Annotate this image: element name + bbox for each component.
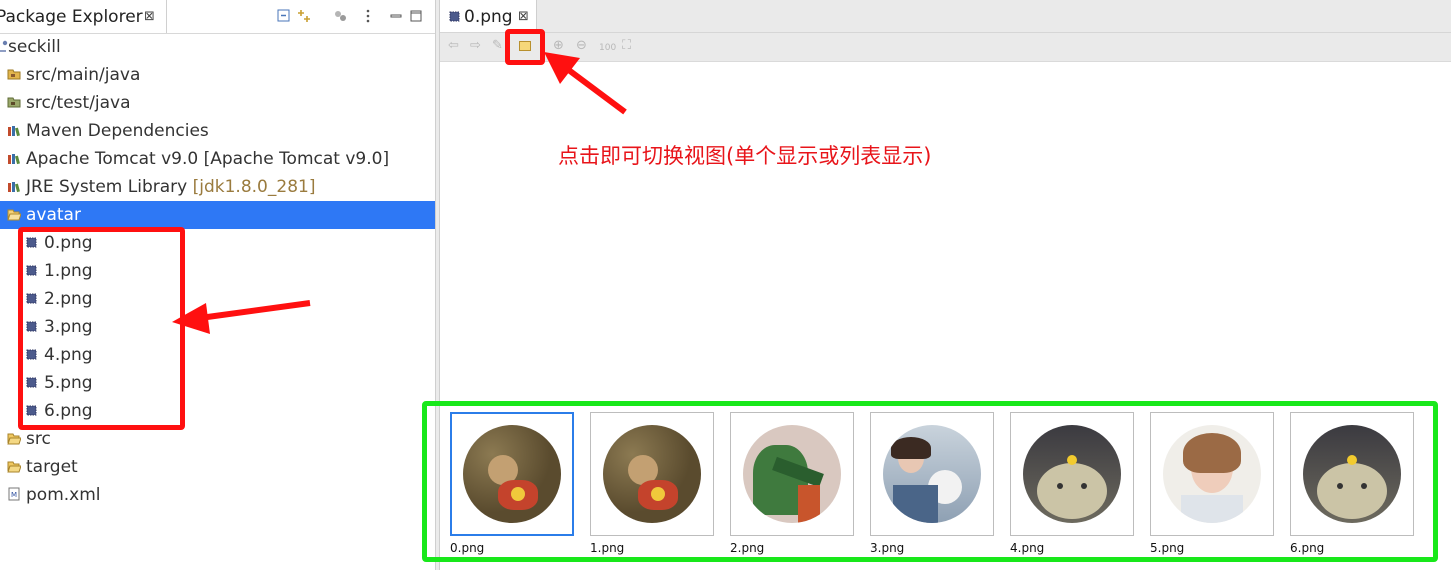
tree-item-target[interactable]: target [0,453,435,481]
library-name: JRE System Library [26,177,193,197]
tree-item-label: Apache Tomcat v9.0 [Apache Tomcat v9.0] [26,149,390,169]
view-menu-icon[interactable] [360,8,376,24]
close-icon[interactable]: ⊠ [144,9,155,24]
tree-item-label: seckill [8,37,61,57]
folder-icon [7,433,21,445]
link-with-editor-icon[interactable] [296,8,312,24]
image-file-icon [449,11,460,22]
tree-item-label: target [26,457,78,477]
highlight-file-list [18,227,185,430]
tree-item-label: pom.xml [26,485,101,505]
tab-0-png[interactable]: 0.png ⊠ [440,0,537,32]
tree-item-apache-tomcat[interactable]: Apache Tomcat v9.0 [Apache Tomcat v9.0] [0,145,435,173]
source-folder-icon [7,97,21,108]
highlight-toggle-button [505,29,545,65]
tree-item-label: src/test/java [26,93,131,113]
library-icon [8,126,20,137]
tree-item-avatar[interactable]: avatar [0,201,435,229]
tree-item-label: src/main/java [26,65,141,85]
tree-item-pom-xml[interactable]: M pom.xml [0,481,435,509]
folder-icon [7,461,21,473]
zoom-in-icon[interactable]: ⊕ [553,39,564,53]
svg-text:M: M [11,491,17,499]
maven-file-icon: M [8,487,20,501]
view-title: Package Explorer [0,7,143,27]
minimize-icon[interactable] [388,8,404,24]
highlight-thumbnail-list [422,401,1438,562]
jdk-version-decoration: [jdk1.8.0_281] [192,177,316,197]
tab-package-explorer[interactable]: Package Explorer ⊠ [0,0,167,33]
library-icon [8,154,20,165]
forward-icon[interactable]: ⇨ [470,39,481,53]
tree-item-seckill[interactable]: seckill [0,33,435,61]
source-folder-icon [7,69,21,80]
maximize-icon[interactable] [408,8,424,24]
view-header: Package Explorer ⊠ [0,0,435,34]
tree-item-maven-dependencies[interactable]: Maven Dependencies [0,117,435,145]
editor-tab-bar: 0.png ⊠ [440,0,1451,33]
tree-item-src-main-java[interactable]: src/main/java [0,61,435,89]
zoom-100-label[interactable]: 100 [599,41,616,55]
tree-item-label: JRE System Library [jdk1.8.0_281] [26,173,315,201]
folder-open-icon [7,209,21,221]
edit-icon[interactable]: ✎ [492,39,503,53]
tree-item-jre-system-library[interactable]: JRE System Library [jdk1.8.0_281] [0,173,435,201]
tree-item-label: Maven Dependencies [26,121,209,141]
collapse-all-icon[interactable] [276,8,292,24]
fit-icon[interactable]: ⛶ [622,39,631,53]
annotation-note: 点击即可切换视图(单个显示或列表显示) [558,144,932,168]
back-icon[interactable]: ⇦ [448,39,459,53]
tree-item-label: avatar [26,205,81,225]
close-icon[interactable]: ⊠ [518,9,529,24]
editor-tab-label: 0.png [464,7,513,27]
zoom-out-icon[interactable]: ⊖ [576,39,587,53]
editor-toolbar: ⇦ ⇨ ✎ ⊕ ⊖ 100 ⛶ [440,33,1451,62]
library-icon [8,182,20,193]
tree-item-src-test-java[interactable]: src/test/java [0,89,435,117]
focus-icon[interactable] [332,8,348,24]
